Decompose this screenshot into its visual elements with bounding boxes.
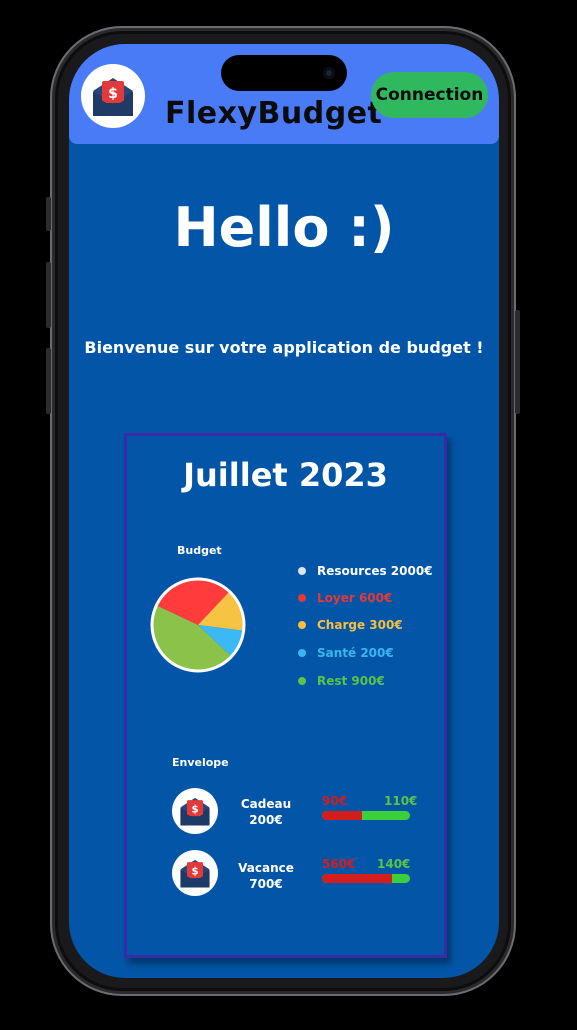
app-title: FlexyBudget xyxy=(165,96,383,131)
envelope-dollar-icon: $ xyxy=(93,78,133,116)
volume-up-button xyxy=(46,262,51,328)
welcome-message: Bienvenue sur votre application de budge… xyxy=(84,338,484,357)
legend-item-resources: Resources 2000€ xyxy=(298,564,433,578)
connection-button[interactable]: Connection xyxy=(371,72,488,118)
legend-item-charge: Charge 300€ xyxy=(298,618,403,632)
envelope-progress-bar xyxy=(322,874,410,883)
svg-text:$: $ xyxy=(108,86,118,102)
action-button xyxy=(46,197,51,231)
month-title: Juillet 2023 xyxy=(183,456,388,494)
envelope-dollar-icon: $ xyxy=(180,797,210,826)
legend-label: Resources 2000€ xyxy=(317,564,433,578)
volume-down-button xyxy=(46,348,51,414)
svg-text:$: $ xyxy=(191,866,198,877)
envelope-spent: 560€ xyxy=(322,857,356,871)
app-screen: $ FlexyBudget Connection Hello :) Bienve… xyxy=(69,44,499,978)
app-logo: $ xyxy=(81,64,145,128)
envelope-name: Cadeau xyxy=(240,797,292,811)
dynamic-island xyxy=(221,55,347,91)
envelope-progress-fill xyxy=(322,874,393,883)
budget-pie-chart xyxy=(150,577,246,673)
budget-label: Budget xyxy=(177,544,222,557)
envelope-remaining: 110€ xyxy=(384,794,418,808)
legend-label: Charge 300€ xyxy=(317,618,403,632)
envelope-dollar-icon: $ xyxy=(180,859,210,888)
legend-label: Loyer 600€ xyxy=(317,591,393,605)
envelope-name: Vacance xyxy=(238,861,294,875)
envelope-amount: 200€ xyxy=(249,813,283,827)
legend-item-rest: Rest 900€ xyxy=(298,674,385,688)
legend-item-sante: Santé 200€ xyxy=(298,646,394,660)
legend-label: Santé 200€ xyxy=(317,646,394,660)
envelope-avatar[interactable]: $ xyxy=(172,850,218,896)
envelope-section-label: Envelope xyxy=(172,756,229,769)
app-header: $ FlexyBudget Connection xyxy=(69,44,499,144)
monthly-budget-card: Juillet 2023 Budget Resources 2000€ Loye… xyxy=(124,433,447,958)
camera-icon xyxy=(323,67,335,79)
envelope-remaining: 140€ xyxy=(377,857,411,871)
greeting-heading: Hello :) xyxy=(173,196,395,259)
envelope-avatar[interactable]: $ xyxy=(172,788,218,834)
envelope-progress-fill xyxy=(322,811,362,820)
legend-item-loyer: Loyer 600€ xyxy=(298,591,392,605)
power-button xyxy=(515,310,520,414)
envelope-spent: 90€ xyxy=(322,794,348,808)
envelope-amount: 700€ xyxy=(249,877,283,891)
envelope-progress-bar xyxy=(322,811,410,820)
svg-text:$: $ xyxy=(191,804,198,815)
legend-label: Rest 900€ xyxy=(317,674,385,688)
